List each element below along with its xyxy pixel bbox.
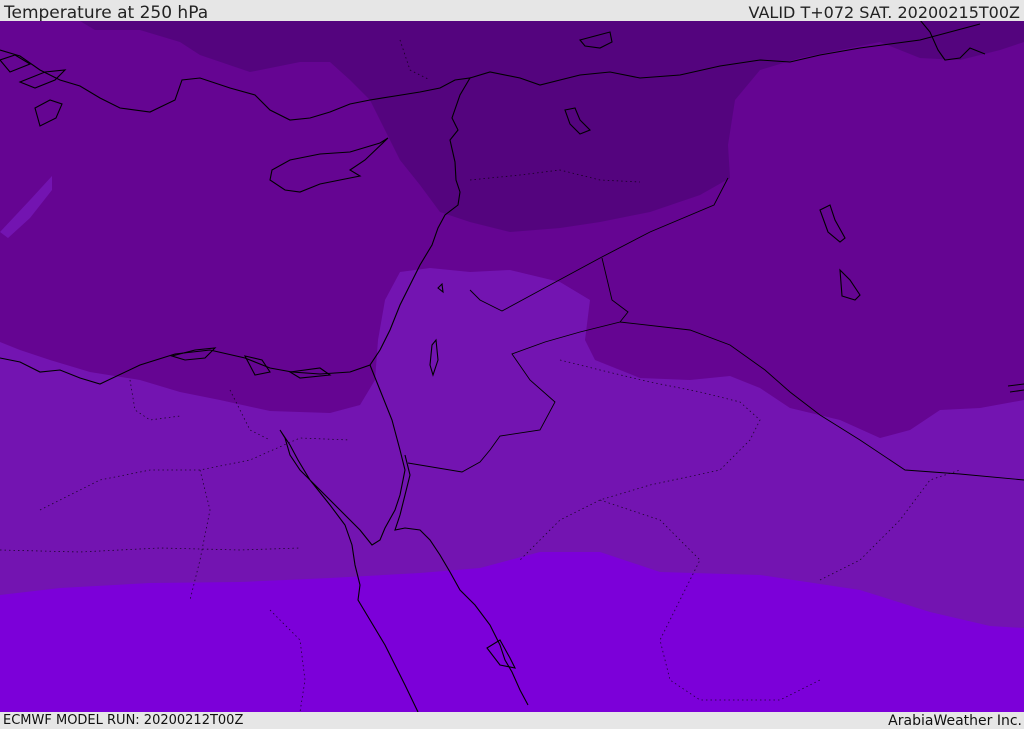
map-canvas[interactable] — [0, 19, 1024, 713]
header-bar: Temperature at 250 hPa VALID T+072 SAT. … — [0, 0, 1024, 23]
valid-time: VALID T+072 SAT. 20200215T00Z — [748, 3, 1020, 22]
model-run: ECMWF MODEL RUN: 20200212T00Z — [3, 713, 244, 728]
weather-map[interactable] — [0, 19, 1024, 713]
credit-text: ArabiaWeather Inc. — [888, 713, 1022, 729]
map-title: Temperature at 250 hPa — [4, 3, 209, 23]
footer-bar: ECMWF MODEL RUN: 20200212T00Z ArabiaWeat… — [0, 712, 1024, 729]
